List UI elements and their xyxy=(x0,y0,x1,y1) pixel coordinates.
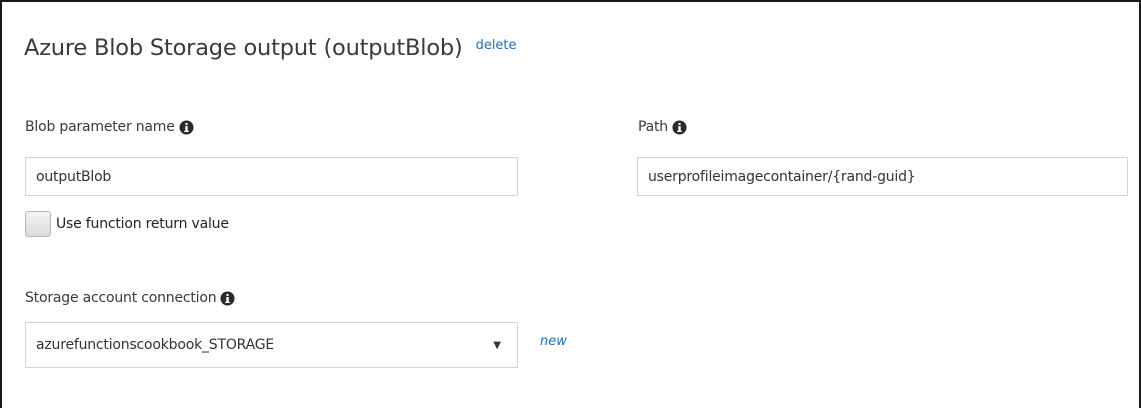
storage-account-connection-value: azurefunctionscookbook_STORAGE xyxy=(36,337,275,353)
use-function-return-value-row: Use function return value xyxy=(25,211,229,237)
info-icon[interactable] xyxy=(220,290,235,306)
use-function-return-value-label: Use function return value xyxy=(56,216,229,232)
blob-parameter-name-label: Blob parameter name xyxy=(25,119,194,135)
use-function-return-value-checkbox[interactable] xyxy=(25,211,51,237)
storage-account-connection-label: Storage account connection xyxy=(25,290,235,306)
panel-title: Azure Blob Storage output (outputBlob) xyxy=(24,35,463,61)
path-label-text: Path xyxy=(638,119,668,135)
new-connection-link[interactable]: new xyxy=(540,334,567,349)
binding-panel: Azure Blob Storage output (outputBlob) d… xyxy=(0,0,1141,408)
storage-account-connection-label-text: Storage account connection xyxy=(25,290,217,306)
chevron-down-icon: ▼ xyxy=(493,339,501,351)
info-icon[interactable] xyxy=(672,119,687,135)
blob-parameter-name-input[interactable] xyxy=(25,157,518,196)
blob-parameter-name-label-text: Blob parameter name xyxy=(25,119,175,135)
delete-link[interactable]: delete xyxy=(476,38,517,53)
storage-account-connection-select[interactable]: azurefunctionscookbook_STORAGE ▼ xyxy=(25,322,518,368)
path-label: Path xyxy=(638,119,687,135)
info-icon[interactable] xyxy=(179,119,194,135)
panel-header: Azure Blob Storage output (outputBlob) d… xyxy=(24,35,517,61)
path-input[interactable] xyxy=(637,157,1128,196)
